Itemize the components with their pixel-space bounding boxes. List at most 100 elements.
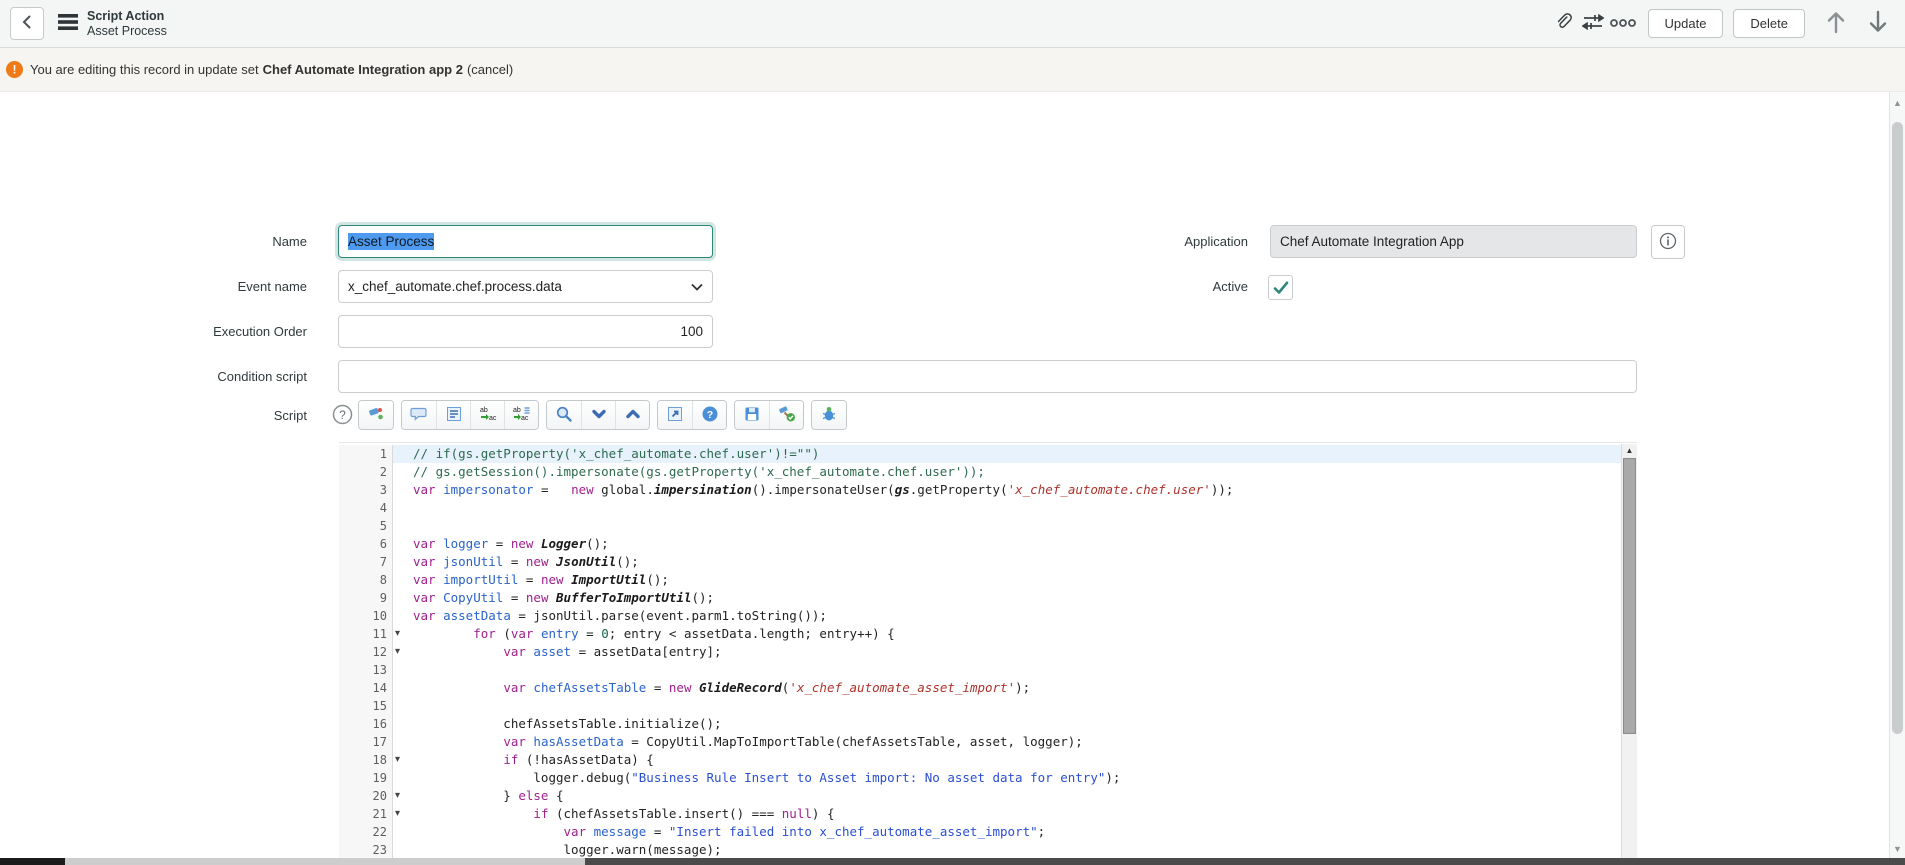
code-line-8[interactable]: 8var importUtil = new ImportUtil(); (339, 571, 1637, 589)
code-line-7[interactable]: 7var jsonUtil = new JsonUtil(); (339, 553, 1637, 571)
replace-icon: abac (479, 405, 497, 426)
code-text: for (var entry = 0; entry < assetData.le… (413, 625, 1637, 643)
find-next-icon (590, 405, 608, 426)
svg-text:?: ? (339, 408, 346, 422)
code-line-16[interactable]: 16 chefAssetsTable.initialize(); (339, 715, 1637, 733)
editor-scrollbar[interactable]: ▲ ▼ (1621, 444, 1637, 865)
code-line-5[interactable]: 5 (339, 517, 1637, 535)
code-line-4[interactable]: 4 (339, 499, 1637, 517)
page-scrollbar[interactable]: ▲ ▼ (1889, 92, 1905, 858)
code-line-12[interactable]: 12▾ var asset = assetData[entry]; (339, 643, 1637, 661)
fold-toggle-icon[interactable]: ▾ (393, 787, 413, 805)
code-line-3[interactable]: 3var impersonator = new global.impersina… (339, 481, 1637, 499)
code-text: // gs.getSession().impersonate(gs.getPro… (413, 463, 1637, 481)
toolbar-button-group (546, 400, 650, 430)
script-help-button[interactable]: ? (330, 404, 354, 428)
toggle-comment-icon (410, 405, 428, 426)
toggle-comment-button[interactable] (402, 401, 436, 429)
open-fullscreen-button[interactable] (658, 401, 692, 429)
fold-gutter (393, 697, 413, 715)
code-line-17[interactable]: 17 var hasAssetData = CopyUtil.MapToImpo… (339, 733, 1637, 751)
more-options-button[interactable] (1608, 9, 1638, 39)
attachment-button[interactable] (1548, 9, 1578, 39)
code-line-19[interactable]: 19 logger.debug("Business Rule Insert to… (339, 769, 1637, 787)
format-code-button[interactable] (359, 401, 393, 429)
code-line-15[interactable]: 15 (339, 697, 1637, 715)
code-line-18[interactable]: 18▾ if (!hasAssetData) { (339, 751, 1637, 769)
code-line-14[interactable]: 14 var chefAssetsTable = new GlideRecord… (339, 679, 1637, 697)
active-checkbox[interactable] (1268, 275, 1293, 300)
format-document-button[interactable] (436, 401, 470, 429)
page-scrollbar-thumb[interactable] (1892, 122, 1903, 734)
horizontal-scrollbar-thumb[interactable] (585, 858, 1905, 865)
header-bar: Script Action Asset Process Update Delet… (0, 0, 1905, 48)
save-button[interactable] (735, 401, 769, 429)
horizontal-scrollbar[interactable] (0, 858, 1905, 865)
find-previous-button[interactable] (615, 401, 649, 429)
line-number: 18 (339, 751, 393, 769)
menu-button[interactable] (53, 9, 83, 39)
code-line-9[interactable]: 9var CopyUtil = new BufferToImportUtil()… (339, 589, 1637, 607)
execution-order-input[interactable] (338, 315, 713, 348)
fold-gutter (393, 445, 413, 463)
search-button[interactable] (547, 401, 581, 429)
name-input[interactable]: Asset Process (338, 225, 713, 258)
line-number: 21 (339, 805, 393, 823)
script-label: Script (60, 402, 307, 430)
find-next-button[interactable] (581, 401, 615, 429)
code-text: var message = "Insert failed into x_chef… (413, 823, 1637, 841)
application-value: Chef Automate Integration App (1280, 234, 1464, 249)
execution-order-label: Execution Order (60, 315, 307, 348)
script-toolbar-groups: abac abac? (358, 400, 847, 430)
svg-text:ac: ac (521, 415, 529, 422)
update-button[interactable]: Update (1648, 9, 1724, 38)
code-line-22[interactable]: 22 var message = "Insert failed into x_c… (339, 823, 1637, 841)
replace-button[interactable]: abac (470, 401, 504, 429)
cancel-update-set-link[interactable]: (cancel) (467, 62, 513, 77)
condition-script-input[interactable] (338, 360, 1637, 393)
fold-toggle-icon[interactable]: ▾ (393, 751, 413, 769)
event-name-value: x_chef_automate.chef.process.data (348, 279, 562, 294)
selected-text: Asset Process (348, 233, 434, 250)
horizontal-scrollbar-segment[interactable] (0, 858, 65, 865)
editor-help-button[interactable]: ? (692, 401, 726, 429)
code-line-13[interactable]: 13 (339, 661, 1637, 679)
fold-gutter (393, 607, 413, 625)
event-name-select[interactable]: x_chef_automate.chef.process.data (338, 270, 713, 303)
code-line-6[interactable]: 6var logger = new Logger(); (339, 535, 1637, 553)
fold-toggle-icon[interactable]: ▾ (393, 625, 413, 643)
svg-text:ac: ac (489, 415, 497, 422)
syntax-check-button[interactable] (769, 401, 803, 429)
personalize-form-button[interactable] (1578, 9, 1608, 39)
script-code-editor[interactable]: 1// if(gs.getProperty('x_chef_automate.c… (339, 442, 1637, 865)
search-icon (555, 405, 573, 426)
code-line-1[interactable]: 1// if(gs.getProperty('x_chef_automate.c… (339, 445, 1637, 463)
code-line-23[interactable]: 23 logger.warn(message); (339, 841, 1637, 859)
line-number: 3 (339, 481, 393, 499)
horizontal-scrollbar-track[interactable] (65, 858, 585, 865)
page-scroll-up-icon[interactable]: ▲ (1890, 98, 1905, 108)
next-record-button[interactable] (1863, 9, 1893, 39)
delete-button[interactable]: Delete (1733, 9, 1805, 38)
fold-gutter (393, 535, 413, 553)
debug-button[interactable] (812, 401, 846, 429)
fold-toggle-icon[interactable]: ▾ (393, 805, 413, 823)
scroll-up-icon[interactable]: ▲ (1622, 444, 1637, 457)
app-window: Script Action Asset Process Update Delet… (0, 0, 1905, 865)
code-line-2[interactable]: 2// gs.getSession().impersonate(gs.getPr… (339, 463, 1637, 481)
save-icon (743, 405, 761, 426)
back-button[interactable] (10, 7, 44, 40)
fold-toggle-icon[interactable]: ▾ (393, 643, 413, 661)
code-line-10[interactable]: 10var assetData = jsonUtil.parse(event.p… (339, 607, 1637, 625)
toolbar-button-group (358, 400, 394, 430)
up-arrow-icon (1825, 10, 1847, 37)
application-info-button[interactable] (1651, 225, 1685, 259)
code-line-20[interactable]: 20▾ } else { (339, 787, 1637, 805)
editor-scrollbar-thumb[interactable] (1623, 458, 1636, 734)
previous-record-button[interactable] (1821, 9, 1851, 39)
page-scroll-down-icon[interactable]: ▼ (1890, 844, 1905, 854)
replace-all-button[interactable]: abac (504, 401, 538, 429)
code-line-21[interactable]: 21▾ if (chefAssetsTable.insert() === nul… (339, 805, 1637, 823)
code-line-11[interactable]: 11▾ for (var entry = 0; entry < assetDat… (339, 625, 1637, 643)
fold-gutter (393, 715, 413, 733)
